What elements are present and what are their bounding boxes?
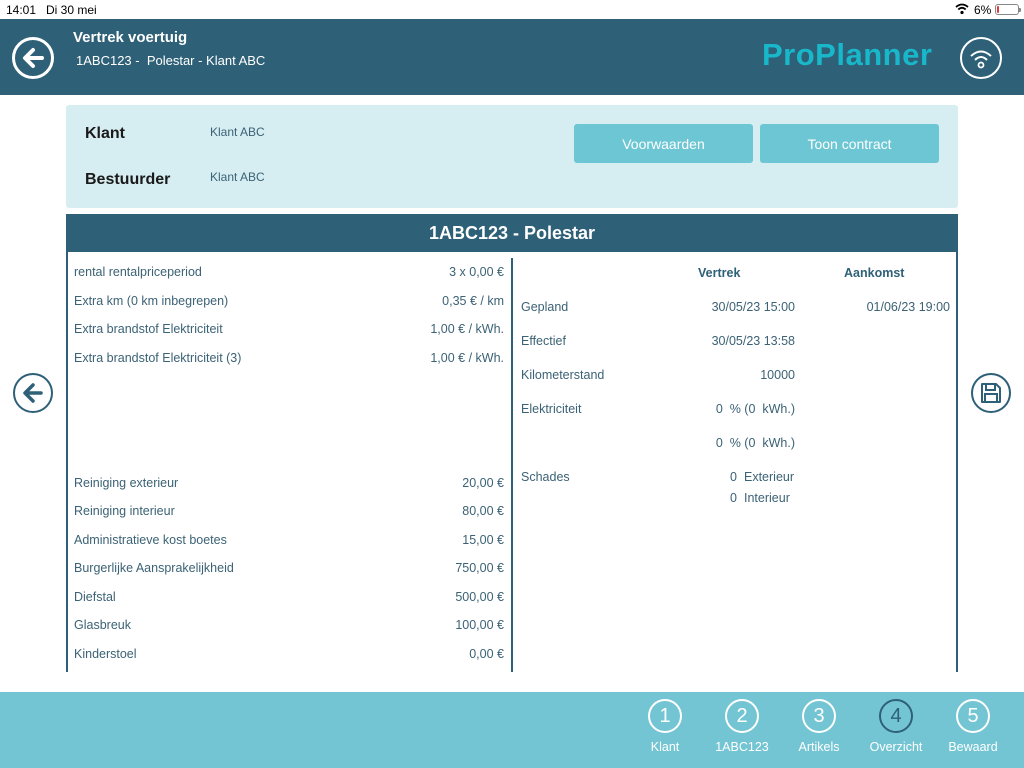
pricing-label: Extra brandstof Elektriciteit xyxy=(74,322,223,336)
pricing-value: 1,00 € / kWh. xyxy=(430,351,504,365)
pricing-value: 750,00 € xyxy=(455,561,504,575)
pricing-label: Reiniging interieur xyxy=(74,504,175,518)
pricing-label: Extra brandstof Elektriciteit (3) xyxy=(74,351,242,365)
pricing-row: Extra brandstof Elektriciteit (3) 1,00 €… xyxy=(74,351,504,369)
voorwaarden-button[interactable]: Voorwaarden xyxy=(574,124,753,163)
pricing-label: Kinderstoel xyxy=(74,647,137,661)
step-artikels[interactable]: 3 Artikels xyxy=(784,699,854,759)
steps-bar: 1 Klant 2 1ABC123 3 Artikels 4 Overzicht… xyxy=(0,692,1024,768)
panel-border-right xyxy=(956,252,958,672)
panel-border-left xyxy=(66,252,68,672)
schade-exterieur-count: 0 xyxy=(730,470,737,484)
page-subtitle: 1ABC123 - Polestar - Klant ABC xyxy=(76,53,266,68)
step-number: 1 xyxy=(648,699,682,733)
arrow-left-icon xyxy=(23,383,43,403)
pricing-value: 100,00 € xyxy=(455,618,504,632)
status-time: 14:01 xyxy=(6,3,37,17)
step-number: 4 xyxy=(879,699,913,733)
step-number: 5 xyxy=(956,699,990,733)
floppy-disk-icon xyxy=(981,383,1001,403)
klant-label: Klant xyxy=(85,125,125,142)
kilometerstand-label: Kilometerstand xyxy=(521,368,605,382)
bestuurder-value: Klant ABC xyxy=(210,170,265,184)
toon-contract-button[interactable]: Toon contract xyxy=(760,124,939,163)
pricing-label: Extra km (0 km inbegrepen) xyxy=(74,294,229,308)
header-back-button[interactable] xyxy=(12,37,54,79)
elektriciteit-vertrek-value: 0 % (0 kWh.) xyxy=(715,402,795,416)
pricing-value: 0,35 € / km xyxy=(442,294,504,308)
step-label: Bewaard xyxy=(948,740,998,754)
wifi-signal-icon xyxy=(960,37,1002,79)
step-overzicht[interactable]: 4 Overzicht xyxy=(861,699,931,759)
pricing-row: rental rentalpriceperiod 3 x 0,00 € xyxy=(74,265,504,283)
pricing-label: Administratieve kost boetes xyxy=(74,533,227,547)
pricing-row: Reiniging interieur 80,00 € xyxy=(74,504,504,522)
step-vehicle[interactable]: 2 1ABC123 xyxy=(707,699,777,759)
schade-exterieur-label: Exterieur xyxy=(744,470,795,484)
pricing-row: Administratieve kost boetes 15,00 € xyxy=(74,533,504,551)
previous-button[interactable] xyxy=(13,373,53,413)
status-date: Di 30 mei xyxy=(46,3,97,17)
status-bar: 14:01 Di 30 mei 6% xyxy=(0,0,1024,19)
klant-value: Klant ABC xyxy=(210,125,265,139)
schades-label: Schades xyxy=(521,470,570,484)
pricing-label: Reiniging exterieur xyxy=(74,476,179,490)
effectief-label: Effectief xyxy=(521,334,566,348)
pricing-value: 1,00 € / kWh. xyxy=(430,322,504,336)
pricing-value: 20,00 € xyxy=(462,476,504,490)
pricing-value: 500,00 € xyxy=(455,590,504,604)
effectief-vertrek-value: 30/05/23 13:58 xyxy=(711,334,795,348)
pricing-value: 3 x 0,00 € xyxy=(449,265,504,279)
pricing-label: Burgerlijke Aansprakelijkheid xyxy=(74,561,234,575)
battery-percentage: 6% xyxy=(974,3,992,17)
panel-divider xyxy=(511,258,513,672)
step-number: 3 xyxy=(802,699,836,733)
gepland-label: Gepland xyxy=(521,300,569,314)
pricing-row: Burgerlijke Aansprakelijkheid 750,00 € xyxy=(74,561,504,579)
pricing-row: Kinderstoel 0,00 € xyxy=(74,647,504,665)
step-bewaard[interactable]: 5 Bewaard xyxy=(938,699,1008,759)
gepland-vertrek-value: 30/05/23 15:00 xyxy=(711,300,795,314)
pricing-row: Reiniging exterieur 20,00 € xyxy=(74,476,504,494)
schade-interieur-label: Interieur xyxy=(744,491,790,505)
arrow-left-icon xyxy=(23,48,44,68)
pricing-row: Glasbreuk 100,00 € xyxy=(74,618,504,636)
elektriciteit-label: Elektriciteit xyxy=(521,402,582,416)
pricing-row: Extra brandstof Elektriciteit 1,00 € / k… xyxy=(74,322,504,340)
column-header-aankomst: Aankomst xyxy=(844,266,905,280)
pricing-value: 15,00 € xyxy=(462,533,504,547)
battery-icon xyxy=(995,4,1021,15)
step-number: 2 xyxy=(725,699,759,733)
pricing-row: Diefstal 500,00 € xyxy=(74,590,504,608)
column-header-vertrek: Vertrek xyxy=(698,266,741,280)
kilometerstand-value: 10000 xyxy=(760,368,795,382)
wifi-icon xyxy=(955,3,969,15)
vehicle-title: 1ABC123 - Polestar xyxy=(428,222,596,243)
app-header: Vertrek voertuig 1ABC123 - Polestar - Kl… xyxy=(0,19,1024,95)
client-card: Klant Klant ABC Bestuurder Klant ABC Voo… xyxy=(66,105,958,208)
page-title: Vertrek voertuig xyxy=(73,29,188,46)
save-button[interactable] xyxy=(971,373,1011,413)
proplanner-logo: ProPlanner xyxy=(762,37,933,72)
pricing-row: Extra km (0 km inbegrepen) 0,35 € / km xyxy=(74,294,504,312)
bestuurder-label: Bestuurder xyxy=(85,171,171,188)
step-klant[interactable]: 1 Klant xyxy=(630,699,700,759)
vehicle-title-bar: 1ABC123 - Polestar xyxy=(66,214,958,252)
pricing-value: 80,00 € xyxy=(462,504,504,518)
pricing-label: Diefstal xyxy=(74,590,116,604)
schade-interieur-count: 0 xyxy=(730,491,737,505)
elektriciteit-aankomst-value: 0 % (0 kWh.) xyxy=(715,436,795,450)
gepland-aankomst-value: 01/06/23 19:00 xyxy=(866,300,950,314)
pricing-value: 0,00 € xyxy=(469,647,504,661)
pricing-label: rental rentalpriceperiod xyxy=(74,265,202,279)
pricing-label: Glasbreuk xyxy=(74,618,131,632)
